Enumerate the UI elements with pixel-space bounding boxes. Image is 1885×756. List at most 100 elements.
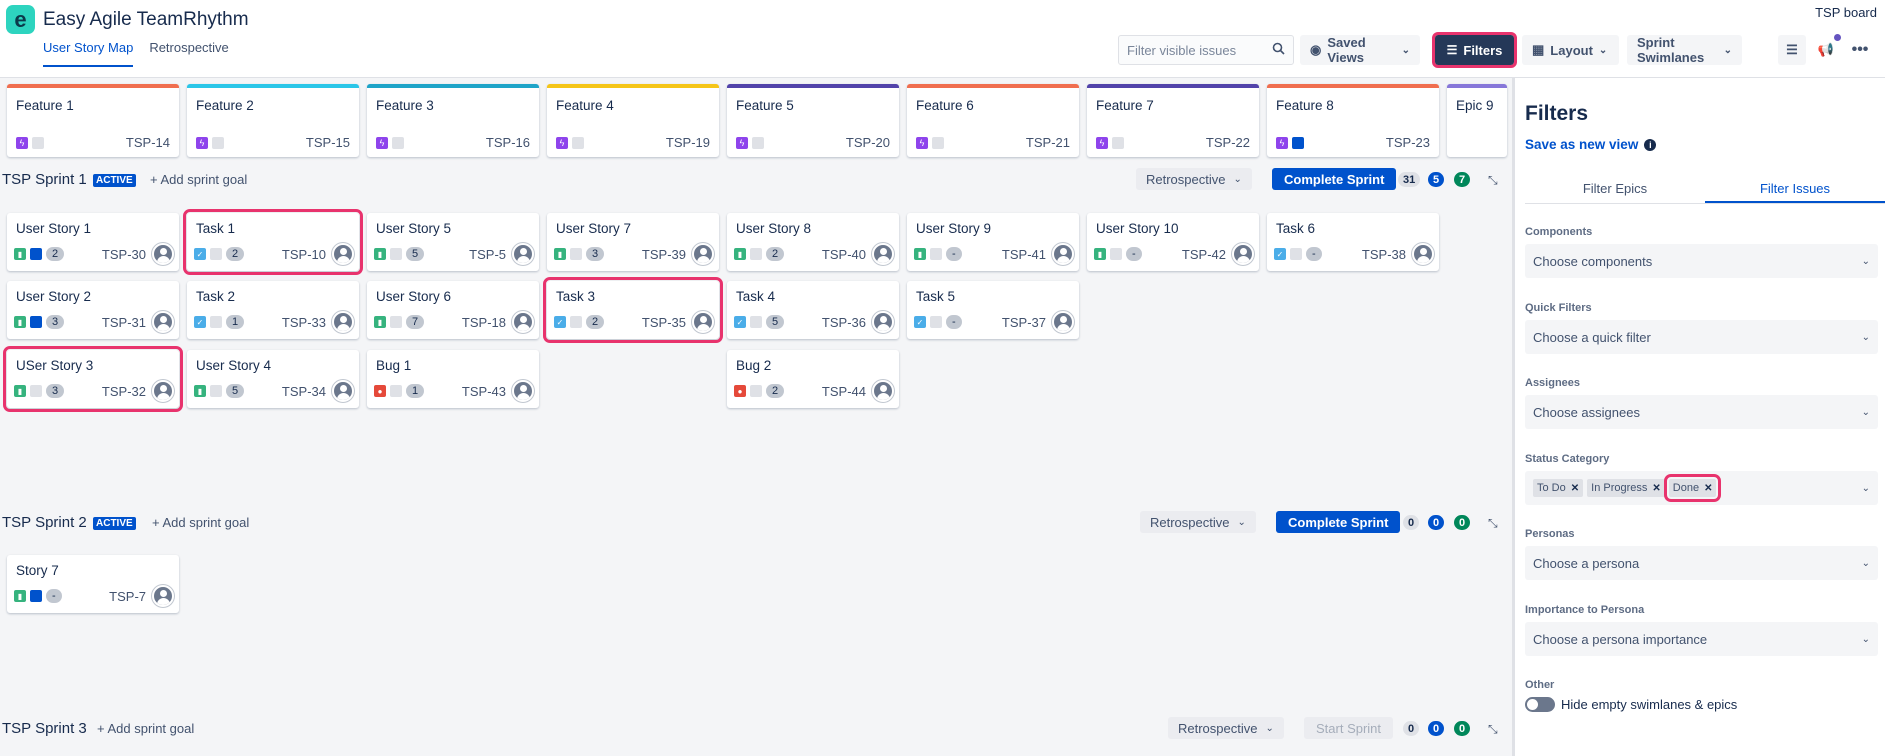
retrospective-dropdown[interactable]: Retrospective ⌄ (1136, 168, 1252, 190)
hide-empty-toggle[interactable] (1525, 697, 1555, 712)
issue-key[interactable]: TSP-40 (822, 247, 866, 262)
feature-card[interactable]: Feature 3 ϟ TSP-16 (367, 84, 539, 157)
add-sprint-goal-button[interactable]: + Add sprint goal (152, 515, 249, 530)
saved-views-button[interactable]: ◉ Saved Views ⌄ (1300, 35, 1420, 65)
assignee-avatar[interactable] (512, 243, 534, 265)
issue-key[interactable]: TSP-38 (1362, 247, 1406, 262)
assignee-avatar[interactable] (152, 380, 174, 402)
assignee-avatar[interactable] (512, 311, 534, 333)
issue-key[interactable]: TSP-39 (642, 247, 686, 262)
retrospective-dropdown[interactable]: Retrospective ⌄ (1168, 717, 1284, 739)
assignee-avatar[interactable] (152, 243, 174, 265)
assignee-avatar[interactable] (152, 585, 174, 607)
complete-sprint-button[interactable]: Complete Sprint (1276, 511, 1401, 533)
tab-user-story-map[interactable]: User Story Map (43, 40, 134, 67)
assignee-avatar[interactable] (1052, 243, 1074, 265)
add-sprint-goal-button[interactable]: + Add sprint goal (150, 172, 247, 187)
assignee-avatar[interactable] (512, 380, 534, 402)
issue-card[interactable]: User Story 2 ▮ 3 TSP-31 (7, 281, 179, 339)
issue-key[interactable]: TSP-44 (822, 384, 866, 399)
more-options-button[interactable]: ••• (1846, 35, 1874, 65)
issue-key[interactable]: TSP-32 (102, 384, 146, 399)
assignee-avatar[interactable] (332, 311, 354, 333)
issue-card[interactable]: User Story 5 ▮ 5 TSP-5 (367, 213, 539, 271)
feature-card[interactable]: Feature 6 ϟ TSP-21 (907, 84, 1079, 157)
issue-card[interactable]: Bug 2 ● 2 TSP-44 (727, 350, 899, 408)
issue-card[interactable]: Task 1 ✓ 2 TSP-10 (183, 209, 363, 275)
feature-card[interactable]: Feature 2 ϟ TSP-15 (187, 84, 359, 157)
info-icon[interactable]: i (1644, 138, 1657, 151)
save-as-new-view-link[interactable]: Save as new view i (1525, 137, 1657, 152)
issue-card[interactable]: User Story 6 ▮ 7 TSP-18 (367, 281, 539, 339)
assignee-avatar[interactable] (332, 380, 354, 402)
issue-card[interactable]: Task 5 ✓ - TSP-37 (907, 281, 1079, 339)
assignee-avatar[interactable] (872, 380, 894, 402)
persona-select[interactable]: Choose a persona ⌄ (1525, 546, 1878, 580)
assignee-avatar[interactable] (692, 311, 714, 333)
issue-key[interactable]: TSP-37 (1002, 315, 1046, 330)
persona-importance-select[interactable]: Choose a persona importance ⌄ (1525, 622, 1878, 656)
issue-key[interactable]: TSP-30 (102, 247, 146, 262)
issue-card[interactable]: User Story 1 ▮ 2 TSP-30 (7, 213, 179, 271)
issue-card[interactable]: Task 6 ✓ - TSP-38 (1267, 213, 1439, 271)
issue-key[interactable]: TSP-18 (462, 315, 506, 330)
filter-issues-search[interactable]: Filter visible issues (1118, 35, 1294, 65)
feature-card[interactable]: Feature 5 ϟ TSP-20 (727, 84, 899, 157)
tab-retrospective[interactable]: Retrospective (149, 40, 228, 67)
retrospective-dropdown[interactable]: Retrospective ⌄ (1140, 511, 1256, 533)
feature-card[interactable]: Feature 1 ϟ TSP-14 (7, 84, 179, 157)
app-logo[interactable]: e (6, 5, 35, 34)
issue-key[interactable]: TSP-5 (469, 247, 506, 262)
issue-key[interactable]: TSP-7 (109, 589, 146, 604)
components-select[interactable]: Choose components ⌄ (1525, 244, 1878, 278)
issue-key[interactable]: TSP-33 (282, 315, 326, 330)
complete-sprint-button[interactable]: Complete Sprint (1272, 168, 1397, 190)
backlog-toggle-button[interactable]: ☰ (1778, 35, 1806, 65)
assignee-avatar[interactable] (1232, 243, 1254, 265)
assignees-select[interactable]: Choose assignees ⌄ (1525, 395, 1878, 429)
assignee-avatar[interactable] (1412, 243, 1434, 265)
remove-chip-icon[interactable]: ✕ (1571, 483, 1579, 494)
remove-chip-icon[interactable]: ✕ (1704, 483, 1712, 494)
assignee-avatar[interactable] (692, 243, 714, 265)
issue-key[interactable]: TSP-41 (1002, 247, 1046, 262)
issue-card[interactable]: User Story 9 ▮ - TSP-41 (907, 213, 1079, 271)
assignee-avatar[interactable] (152, 311, 174, 333)
issue-key[interactable]: TSP-10 (282, 247, 326, 262)
issue-key[interactable]: TSP-43 (462, 384, 506, 399)
issue-card[interactable]: User Story 10 ▮ - TSP-42 (1087, 213, 1259, 271)
assignee-avatar[interactable] (332, 243, 354, 265)
issue-card[interactable]: Task 4 ✓ 5 TSP-36 (727, 281, 899, 339)
collapse-icon[interactable]: ⤡ (1488, 516, 1498, 531)
issue-key[interactable]: TSP-36 (822, 315, 866, 330)
tab-filter-epics[interactable]: Filter Epics (1525, 171, 1705, 203)
issue-card[interactable]: User Story 7 ▮ 3 TSP-39 (547, 213, 719, 271)
issue-key[interactable]: TSP-31 (102, 315, 146, 330)
status-category-select[interactable]: To Do ✕ In Progress ✕ Done ✕ ⌄ (1525, 471, 1878, 505)
issue-card[interactable]: USer Story 3 ▮ 3 TSP-32 (3, 346, 183, 412)
assignee-avatar[interactable] (872, 243, 894, 265)
issue-card[interactable]: User Story 8 ▮ 2 TSP-40 (727, 213, 899, 271)
feature-card[interactable]: Feature 8 ϟ TSP-23 (1267, 84, 1439, 157)
collapse-icon[interactable]: ⤡ (1488, 722, 1498, 737)
issue-key[interactable]: TSP-42 (1182, 247, 1226, 262)
add-sprint-goal-button[interactable]: + Add sprint goal (97, 721, 194, 736)
issue-card[interactable]: User Story 4 ▮ 5 TSP-34 (187, 350, 359, 408)
remove-chip-icon[interactable]: ✕ (1652, 483, 1660, 494)
issue-key[interactable]: TSP-35 (642, 315, 686, 330)
start-sprint-button[interactable]: Start Sprint (1304, 717, 1394, 739)
feature-card[interactable]: Feature 4 ϟ TSP-19 (547, 84, 719, 157)
issue-card[interactable]: Story 7 ▮ - TSP-7 (7, 555, 179, 613)
layout-button[interactable]: ▦ Layout ⌄ (1522, 35, 1619, 65)
issue-key[interactable]: TSP-34 (282, 384, 326, 399)
search-input[interactable]: Filter visible issues (1127, 43, 1236, 58)
sprint-swimlanes-button[interactable]: Sprint Swimlanes ⌄ (1627, 35, 1742, 65)
feature-card[interactable]: Epic 9 (1447, 84, 1507, 157)
collapse-icon[interactable]: ⤡ (1488, 173, 1498, 188)
quick-filter-select[interactable]: Choose a quick filter ⌄ (1525, 320, 1878, 354)
filters-button[interactable]: ☰ Filters (1432, 32, 1517, 68)
feature-card[interactable]: Feature 7 ϟ TSP-22 (1087, 84, 1259, 157)
issue-card[interactable]: Task 3 ✓ 2 TSP-35 (543, 277, 723, 343)
issue-card[interactable]: Bug 1 ● 1 TSP-43 (367, 350, 539, 408)
assignee-avatar[interactable] (1052, 311, 1074, 333)
